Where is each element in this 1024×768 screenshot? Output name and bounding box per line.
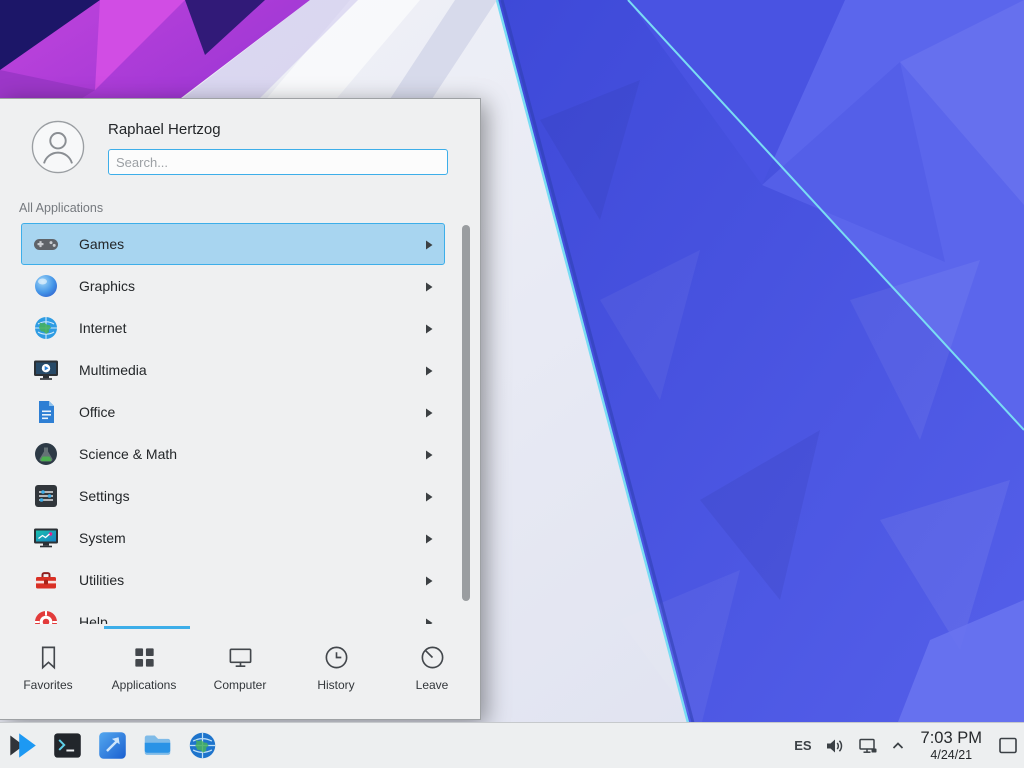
category-item-help[interactable]: Help [21,601,445,624]
keyboard-layout-indicator[interactable]: ES [794,738,811,753]
tab-label: Leave [416,678,449,692]
user-name: Raphael Hertzog [108,121,221,138]
category-item-graphics[interactable]: Graphics [21,265,445,307]
chevron-right-icon [424,448,434,460]
avatar[interactable] [31,120,85,174]
expand-tray-icon[interactable] [891,739,905,753]
tab-label: History [317,678,354,692]
system-tray: ES 7:03 PM 4/24/21 [794,723,982,768]
desktop: Raphael Hertzog All Applications Games G… [0,0,1024,768]
category-item-utilities[interactable]: Utilities [21,559,445,601]
application-launcher-popup: Raphael Hertzog All Applications Games G… [0,98,481,720]
tab-applications[interactable]: Applications [96,629,192,721]
network-icon[interactable] [858,736,878,756]
category-item-internet[interactable]: Internet [21,307,445,349]
lifebuoy-icon [32,608,60,624]
sliders-icon [32,482,60,510]
chevron-right-icon [424,364,434,376]
category-label: Utilities [79,572,124,588]
scrollbar[interactable] [462,225,470,601]
category-label: Settings [79,488,130,504]
category-list: Games Graphics Internet [21,223,445,624]
category-label: Games [79,236,124,252]
toolbox-icon [32,566,60,594]
taskbar: ES 7:03 PM 4/24/21 [0,722,1024,768]
category-label: Internet [79,320,126,336]
chevron-right-icon [424,616,434,624]
launcher-tabbar: Favorites Applications Computer History [0,629,480,721]
gamepad-icon [32,230,60,258]
tab-history[interactable]: History [288,629,384,721]
tab-label: Favorites [23,678,72,692]
kickoff-icon[interactable] [7,730,38,761]
tab-favorites[interactable]: Favorites [0,629,96,721]
category-item-science-math[interactable]: Science & Math [21,433,445,475]
system-monitor-icon [32,524,60,552]
monitor-play-icon [32,356,60,384]
clock-time: 7:03 PM [921,729,982,748]
category-item-office[interactable]: Office [21,391,445,433]
clock-date: 4/24/21 [921,748,982,762]
browser-globe-icon[interactable] [187,730,218,761]
chevron-right-icon [424,532,434,544]
chevron-right-icon [424,280,434,292]
flask-icon [32,440,60,468]
grid-icon [131,644,158,671]
chevron-right-icon [424,406,434,418]
discover-icon[interactable] [97,730,128,761]
tab-label: Applications [112,678,177,692]
leave-icon [419,644,446,671]
category-label: Help [79,614,108,624]
digital-clock[interactable]: 7:03 PM 4/24/21 [921,729,982,762]
category-item-games[interactable]: Games [21,223,445,265]
tab-label: Computer [214,678,267,692]
graphics-orb-icon [32,272,60,300]
category-label: Graphics [79,278,135,294]
chevron-right-icon [424,574,434,586]
category-item-settings[interactable]: Settings [21,475,445,517]
tab-leave[interactable]: Leave [384,629,480,721]
category-label: System [79,530,126,546]
search-input[interactable] [108,149,448,175]
globe-icon [32,314,60,342]
chevron-right-icon [424,322,434,334]
document-icon [32,398,60,426]
category-label: Science & Math [79,446,177,462]
history-clock-icon [323,644,350,671]
category-label: Multimedia [79,362,147,378]
bookmark-icon [35,644,62,671]
category-item-system[interactable]: System [21,517,445,559]
terminal-icon[interactable] [52,730,83,761]
chevron-right-icon [424,238,434,250]
chevron-right-icon [424,490,434,502]
taskbar-launcher-area [7,723,218,768]
computer-icon [227,644,254,671]
category-label: Office [79,404,115,420]
category-item-multimedia[interactable]: Multimedia [21,349,445,391]
volume-icon[interactable] [825,736,845,756]
tab-computer[interactable]: Computer [192,629,288,721]
show-desktop-button[interactable] [997,736,1019,756]
folder-icon[interactable] [142,730,173,761]
section-label: All Applications [19,201,103,215]
